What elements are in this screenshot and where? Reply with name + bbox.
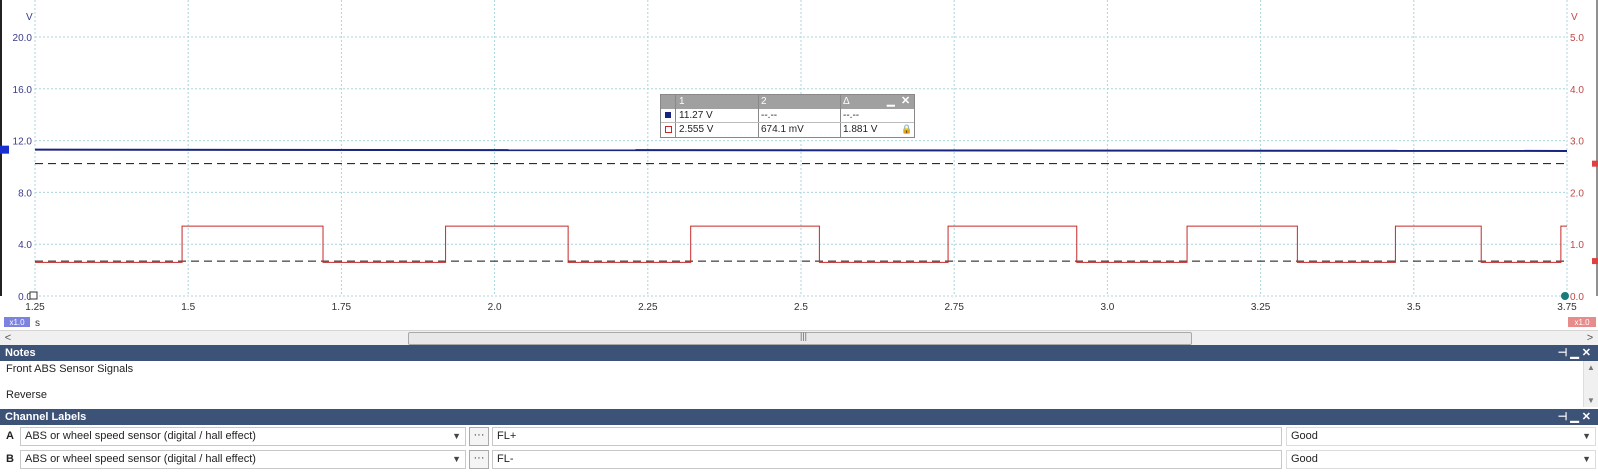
channel-b-swatch bbox=[665, 126, 672, 133]
left-axis-unit: V bbox=[26, 12, 33, 23]
notes-scrollbar[interactable]: ▲ ▼ bbox=[1583, 361, 1598, 407]
origin-marker-left bbox=[29, 291, 38, 300]
sensor-type-value: ABS or wheel speed sensor (digital / hal… bbox=[25, 430, 256, 442]
grip-icon: ||| bbox=[800, 331, 808, 341]
channel-row-b: B ABS or wheel speed sensor (digital / h… bbox=[0, 448, 1598, 471]
time-tick-label: 1.75 bbox=[332, 302, 352, 313]
time-tick-label: 1.25 bbox=[25, 302, 45, 313]
right-tick-label: 0.0 bbox=[1570, 292, 1584, 303]
channel-a-delta: --.-- bbox=[843, 110, 860, 121]
notes-line: Front ABS Sensor Signals bbox=[6, 363, 134, 375]
left-tick-label: 16.0 bbox=[13, 85, 33, 96]
scroll-thumb[interactable]: ||| bbox=[408, 331, 1192, 345]
time-tick-label: 3.75 bbox=[1557, 302, 1577, 313]
status-value: Good bbox=[1291, 430, 1318, 442]
sensor-type-select[interactable]: ABS or wheel speed sensor (digital / hal… bbox=[20, 427, 466, 446]
channel-label-value: FL+ bbox=[497, 430, 517, 442]
minimize-icon[interactable]: ▁ bbox=[1570, 411, 1581, 423]
horizontal-scrollbar[interactable]: < ||| > bbox=[0, 330, 1598, 346]
notes-header[interactable]: Notes ⊣▁✕ bbox=[0, 345, 1598, 361]
left-tick-label: 4.0 bbox=[18, 240, 32, 251]
time-tick-label: 1.5 bbox=[181, 302, 195, 313]
time-tick-label: 2.25 bbox=[638, 302, 658, 313]
chevron-down-icon[interactable]: ▼ bbox=[1582, 451, 1591, 468]
status-select[interactable]: Good ▼ bbox=[1286, 427, 1596, 446]
ruler-handle-right bbox=[1592, 160, 1598, 167]
time-tick-label: 2.0 bbox=[488, 302, 502, 313]
right-tick-label: 4.0 bbox=[1570, 85, 1584, 96]
cursor-2-header: 2 bbox=[761, 96, 767, 107]
channel-a-offset-marker bbox=[0, 145, 9, 154]
scope-view[interactable]: 1.25 1.5 1.75 2.0 2.25 2.5 2.75 3.0 3.25 3.5 3.75 2… bbox=[0, 0, 1598, 330]
minimize-icon[interactable]: ▁ bbox=[1570, 347, 1581, 359]
sensor-type-select[interactable]: ABS or wheel speed sensor (digital / hal… bbox=[20, 450, 466, 469]
left-tick-label: 20.0 bbox=[13, 33, 33, 44]
measurement-table[interactable]: 1 2 Δ ▁ ✕ 11.27 V --.-- --.-- 2.555 V 67… bbox=[660, 94, 915, 138]
channel-a-trace bbox=[34, 148, 1568, 152]
origin-marker-right bbox=[1561, 292, 1569, 300]
scroll-left-icon[interactable]: < bbox=[2, 331, 14, 345]
lock-icon[interactable]: 🔒 bbox=[901, 123, 912, 136]
close-icon[interactable]: ✕ bbox=[901, 95, 910, 108]
left-tick-label: 8.0 bbox=[18, 188, 32, 199]
pin-icon[interactable]: ⊣ bbox=[1558, 411, 1571, 423]
channel-a-cursor-2: --.-- bbox=[761, 110, 778, 121]
right-zoom-text: x1.0 bbox=[1574, 318, 1590, 327]
status-select[interactable]: Good ▼ bbox=[1286, 450, 1596, 469]
scroll-up-icon[interactable]: ▲ bbox=[1587, 363, 1595, 372]
more-options-button[interactable]: ··· bbox=[469, 450, 489, 469]
right-axis-unit: V bbox=[1571, 12, 1578, 23]
chevron-down-icon[interactable]: ▼ bbox=[452, 451, 461, 468]
close-icon[interactable]: ✕ bbox=[1582, 347, 1594, 359]
cursor-1-header: 1 bbox=[679, 96, 685, 107]
pin-icon[interactable]: ⊣ bbox=[1558, 347, 1571, 359]
minimize-icon[interactable]: ▁ bbox=[887, 95, 895, 108]
channel-labels-header[interactable]: Channel Labels ⊣▁✕ bbox=[0, 409, 1598, 425]
channel-id: B bbox=[6, 453, 14, 465]
right-tick-label: 2.0 bbox=[1570, 188, 1584, 199]
time-tick-label: 3.0 bbox=[1100, 302, 1114, 313]
chevron-down-icon[interactable]: ▼ bbox=[452, 428, 461, 445]
time-tick-label: 3.25 bbox=[1251, 302, 1271, 313]
right-tick-label: 5.0 bbox=[1570, 33, 1584, 44]
close-icon[interactable]: ✕ bbox=[1582, 411, 1594, 423]
right-tick-label: 3.0 bbox=[1570, 137, 1584, 148]
ruler-handle-right bbox=[1592, 258, 1598, 265]
scroll-right-icon[interactable]: > bbox=[1584, 331, 1596, 345]
left-tick-label: 12.0 bbox=[13, 137, 33, 148]
time-tick-label: 2.5 bbox=[794, 302, 808, 313]
measurement-header[interactable]: 1 2 Δ ▁ ✕ bbox=[661, 95, 914, 109]
right-tick-label: 1.0 bbox=[1570, 240, 1584, 251]
channel-row-a: A ABS or wheel speed sensor (digital / h… bbox=[0, 425, 1598, 448]
scroll-down-icon[interactable]: ▼ bbox=[1587, 396, 1595, 405]
time-tick-label: 2.75 bbox=[944, 302, 964, 313]
channel-label-input[interactable]: FL- bbox=[492, 450, 1282, 469]
channel-b-delta: 1.881 V bbox=[843, 124, 878, 135]
channel-b-cursor-1: 2.555 V bbox=[679, 124, 714, 135]
channel-labels-title: Channel Labels bbox=[5, 411, 87, 423]
scope-chart[interactable]: 1.25 1.5 1.75 2.0 2.25 2.5 2.75 3.0 3.25 3.5 3.75 2… bbox=[0, 0, 1598, 330]
sensor-type-value: ABS or wheel speed sensor (digital / hal… bbox=[25, 453, 256, 465]
notes-textarea[interactable]: Front ABS Sensor Signals Reverse bbox=[0, 361, 1584, 407]
time-tick-label: 3.5 bbox=[1407, 302, 1421, 313]
notes-title: Notes bbox=[5, 347, 36, 359]
status-value: Good bbox=[1291, 453, 1318, 465]
delta-header: Δ bbox=[843, 96, 850, 107]
more-options-button[interactable]: ··· bbox=[469, 427, 489, 446]
channel-b-cursor-2: 674.1 mV bbox=[761, 124, 804, 135]
time-unit-label: s bbox=[35, 318, 40, 329]
channel-id: A bbox=[6, 430, 14, 442]
channel-label-value: FL- bbox=[497, 453, 514, 465]
left-zoom-text: x1.0 bbox=[9, 318, 25, 327]
chevron-down-icon[interactable]: ▼ bbox=[1582, 428, 1591, 445]
channel-a-swatch bbox=[665, 112, 671, 118]
notes-line: Reverse bbox=[6, 389, 47, 401]
channel-label-input[interactable]: FL+ bbox=[492, 427, 1282, 446]
channel-a-cursor-1: 11.27 V bbox=[679, 110, 713, 121]
